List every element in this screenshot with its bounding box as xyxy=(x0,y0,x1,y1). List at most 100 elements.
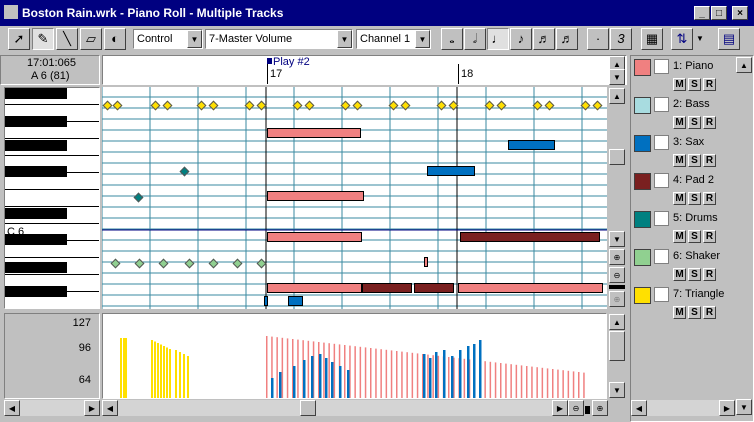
line-tool-icon[interactable]: ╲ xyxy=(56,28,78,50)
timeline-ruler[interactable]: Play #2 17 18 xyxy=(102,55,627,85)
snap-arrows-icon[interactable]: ⇅ xyxy=(671,28,693,50)
track-color-swatch[interactable] xyxy=(634,287,651,304)
scrub-tool-icon[interactable]: ◐ xyxy=(104,28,126,50)
track-list-icon[interactable]: ▤ xyxy=(718,28,740,50)
solo-button[interactable]: S xyxy=(688,306,701,319)
scroll-up-button[interactable]: ▲ xyxy=(736,57,752,73)
track-visible-checkbox[interactable] xyxy=(654,249,669,264)
velocity-vertical-scrollbar[interactable]: ▲ ▼ xyxy=(608,313,626,399)
scroll-thumb[interactable] xyxy=(609,149,625,165)
record-button[interactable]: R xyxy=(703,268,716,281)
select-tool-icon[interactable]: ➚ xyxy=(8,28,30,50)
track-color-swatch[interactable] xyxy=(634,211,651,228)
scroll-right-button[interactable]: ▶ xyxy=(719,400,735,416)
solo-button[interactable]: S xyxy=(688,154,701,167)
track-visible-checkbox[interactable] xyxy=(654,173,669,188)
scroll-left-button[interactable]: ◀ xyxy=(4,400,20,416)
channel-select[interactable]: Channel 1 ▼ xyxy=(356,29,431,49)
track-color-swatch[interactable] xyxy=(634,97,651,114)
note-event[interactable] xyxy=(267,191,364,201)
chevron-down-icon[interactable]: ▼ xyxy=(187,30,202,48)
timeline-scroll-down-button[interactable]: ▼ xyxy=(609,69,625,85)
record-button[interactable]: R xyxy=(703,154,716,167)
mute-button[interactable]: M xyxy=(673,268,686,281)
note-event[interactable] xyxy=(508,140,555,150)
track-color-swatch[interactable] xyxy=(634,59,651,76)
scroll-down-button[interactable]: ▼ xyxy=(736,399,752,415)
controller-select[interactable]: 7-Master Volume ▼ xyxy=(205,29,353,49)
note-event[interactable] xyxy=(288,296,303,306)
zoom-in-vertical-icon[interactable]: ⊕ xyxy=(609,249,625,265)
record-button[interactable]: R xyxy=(703,78,716,91)
label-horizontal-scrollbar[interactable]: ◀ ▶ xyxy=(4,400,100,416)
record-button[interactable]: R xyxy=(703,116,716,129)
scroll-up-button[interactable]: ▲ xyxy=(609,314,625,330)
black-key[interactable] xyxy=(5,140,67,151)
track-visible-checkbox[interactable] xyxy=(654,287,669,302)
pencil-tool-icon[interactable]: ✎ xyxy=(32,28,54,50)
solo-button[interactable]: S xyxy=(688,192,701,205)
black-key[interactable] xyxy=(5,88,67,99)
mute-button[interactable]: M xyxy=(673,116,686,129)
white-key[interactable] xyxy=(5,190,99,207)
piano-roll-grid[interactable] xyxy=(102,87,607,309)
track-color-swatch[interactable] xyxy=(634,173,651,190)
roll-vertical-scrollbar[interactable]: ▲ ▼ ⊕ ⊖ ⊕ xyxy=(608,87,626,309)
scroll-left-button[interactable]: ◀ xyxy=(102,400,118,416)
note-event[interactable] xyxy=(264,296,268,306)
black-key[interactable] xyxy=(5,262,67,273)
solo-button[interactable]: S xyxy=(688,268,701,281)
record-button[interactable]: R xyxy=(703,306,716,319)
track-color-swatch[interactable] xyxy=(634,135,651,152)
black-key[interactable] xyxy=(5,286,67,297)
track-list-horizontal-scrollbar[interactable]: ◀ ▶ xyxy=(631,400,735,416)
velocity-pane[interactable] xyxy=(102,313,607,399)
scroll-left-button[interactable]: ◀ xyxy=(631,400,647,416)
chevron-down-icon[interactable]: ▼ xyxy=(337,30,352,48)
eraser-tool-icon[interactable]: ▱ xyxy=(80,28,102,50)
quarter-note-icon[interactable]: ♩ xyxy=(487,28,509,50)
whole-note-icon[interactable]: 𝅝 xyxy=(441,28,463,50)
note-event[interactable] xyxy=(267,283,362,293)
piano-keyboard[interactable]: C 6 xyxy=(4,87,100,309)
scroll-up-button[interactable]: ▲ xyxy=(609,88,625,104)
record-button[interactable]: R xyxy=(703,230,716,243)
note-event[interactable] xyxy=(362,283,412,293)
note-event[interactable] xyxy=(414,283,454,293)
black-key[interactable] xyxy=(5,208,67,219)
track-visible-checkbox[interactable] xyxy=(654,135,669,150)
note-event[interactable] xyxy=(460,232,600,242)
thirtysecond-note-icon[interactable]: ♬ xyxy=(556,28,578,50)
scroll-down-button[interactable]: ▼ xyxy=(609,231,625,247)
black-key[interactable] xyxy=(5,116,67,127)
scroll-thumb[interactable] xyxy=(300,400,316,416)
solo-button[interactable]: S xyxy=(688,230,701,243)
note-event[interactable] xyxy=(424,257,428,267)
snap-dropdown-icon[interactable]: ▼ xyxy=(694,28,706,50)
control-type-select[interactable]: Control ▼ xyxy=(133,29,203,49)
track-color-swatch[interactable] xyxy=(634,249,651,266)
note-event[interactable] xyxy=(458,283,603,293)
scroll-right-button[interactable]: ▶ xyxy=(84,400,100,416)
roll-horizontal-scrollbar[interactable]: ◀ xyxy=(102,400,552,416)
minimize-button[interactable]: _ xyxy=(694,6,710,20)
scroll-down-button[interactable]: ▼ xyxy=(609,382,625,398)
chevron-down-icon[interactable]: ▼ xyxy=(415,30,430,48)
zoom-fit-vertical-icon[interactable]: ⊕ xyxy=(609,291,625,307)
mute-button[interactable]: M xyxy=(673,154,686,167)
note-event[interactable] xyxy=(267,128,361,138)
track-visible-checkbox[interactable] xyxy=(654,97,669,112)
zoom-in-horizontal-icon[interactable]: ⊕ xyxy=(592,400,608,416)
sixteenth-note-icon[interactable]: ♬ xyxy=(533,28,555,50)
note-event[interactable] xyxy=(267,232,362,242)
mute-button[interactable]: M xyxy=(673,192,686,205)
zoom-out-vertical-icon[interactable]: ⊖ xyxy=(609,267,625,283)
mute-button[interactable]: M xyxy=(673,230,686,243)
zoom-out-horizontal-icon[interactable]: ⊖ xyxy=(568,400,584,416)
record-button[interactable]: R xyxy=(703,192,716,205)
track-visible-checkbox[interactable] xyxy=(654,211,669,226)
solo-button[interactable]: S xyxy=(688,78,701,91)
grid-icon[interactable]: ▦ xyxy=(641,28,663,50)
mute-button[interactable]: M xyxy=(673,78,686,91)
track-list-scrollbar[interactable]: ▲ ▼ xyxy=(735,56,753,418)
